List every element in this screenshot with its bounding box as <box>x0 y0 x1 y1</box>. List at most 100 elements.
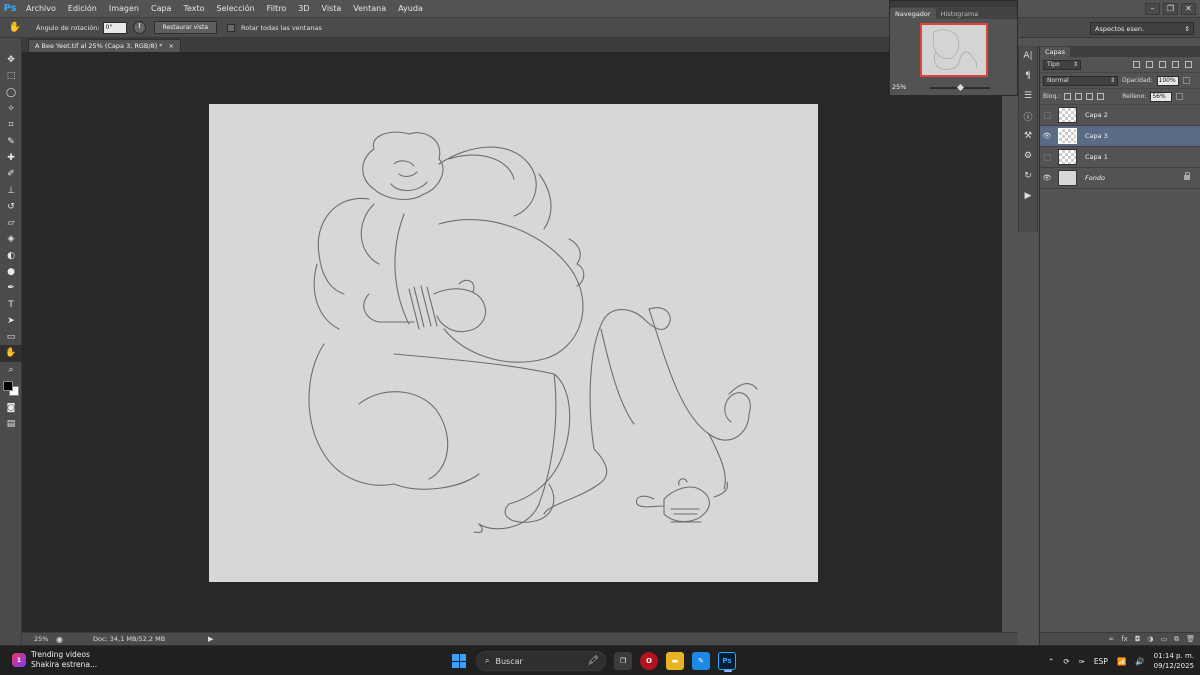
news-widget[interactable]: 1 Trending videos Shakira estrena... <box>12 650 97 670</box>
foreground-color-swatch[interactable] <box>3 380 13 391</box>
menu-seleccion[interactable]: Selección <box>211 4 261 13</box>
filter-smart-object-icon[interactable] <box>1185 61 1192 68</box>
rotate-all-windows-checkbox[interactable] <box>227 23 236 32</box>
quick-select-tool-icon[interactable]: ✧ <box>0 101 22 117</box>
pen-tool-icon[interactable]: ✒ <box>0 280 22 296</box>
opacity-input[interactable]: 100% <box>1156 75 1179 86</box>
info-panel-icon[interactable]: ⓘ <box>1019 106 1037 126</box>
history-brush-tool-icon[interactable]: ↺ <box>0 199 22 215</box>
marquee-tool-icon[interactable]: ⬚ <box>0 68 22 84</box>
fill-slider-toggle-icon[interactable] <box>1176 93 1184 100</box>
layer-row-capa-1[interactable]: Capa 1 <box>1040 147 1200 168</box>
menu-archivo[interactable]: Archivo <box>20 4 62 13</box>
zoom-slider-handle[interactable] <box>956 83 965 92</box>
zoom-tool-icon[interactable]: ⌕ <box>0 362 22 378</box>
pen-settings-icon[interactable]: ✑ <box>1079 657 1085 666</box>
add-mask-icon[interactable]: ◘ <box>1135 635 1141 643</box>
paint-bucket-tool-icon[interactable]: ◈ <box>0 231 22 247</box>
export-icon[interactable]: ◉ <box>56 635 63 644</box>
trash-icon[interactable]: 🗑 <box>1186 635 1195 643</box>
clone-stamp-tool-icon[interactable]: ⊥ <box>0 182 22 198</box>
healing-brush-tool-icon[interactable]: ✚ <box>0 150 22 166</box>
workspace-select[interactable]: Aspectos esen. ⇕ <box>1090 22 1194 35</box>
restore-button[interactable]: ❐ <box>1163 2 1178 15</box>
type-tool-icon[interactable]: T <box>0 296 22 312</box>
paragraph-panel-icon[interactable]: ¶ <box>1019 66 1037 86</box>
actions-panel-icon[interactable]: ▶ <box>1019 186 1037 206</box>
color-swatches[interactable] <box>0 378 22 400</box>
fill-input[interactable]: 56% <box>1150 91 1173 102</box>
rotate-view-tool-icon[interactable]: ✋ <box>0 345 22 362</box>
panel-collapse-bar[interactable] <box>890 1 1017 7</box>
close-icon[interactable]: × <box>169 42 174 50</box>
lasso-tool-icon[interactable]: ◯ <box>0 85 22 101</box>
chevron-up-icon[interactable]: ⌃ <box>1048 657 1054 666</box>
tool-presets-icon[interactable]: ⚒ <box>1019 126 1037 146</box>
task-view-icon[interactable]: ❐ <box>614 652 632 670</box>
filter-type-icon[interactable] <box>1159 61 1166 68</box>
tab-histograma[interactable]: Histograma <box>936 8 984 19</box>
layer-style-icon[interactable]: fx <box>1121 635 1128 643</box>
brush-tool-icon[interactable]: ✐ <box>0 166 22 182</box>
filter-pixel-icon[interactable] <box>1133 61 1140 68</box>
taskbar-search[interactable]: ⌕ Buscar 🖍 <box>476 651 606 671</box>
close-button[interactable]: ✕ <box>1181 2 1196 15</box>
layer-row-capa-2[interactable]: Capa 2 <box>1040 105 1200 126</box>
file-explorer-icon[interactable]: ▬ <box>666 652 684 670</box>
rotate-view-tool-icon[interactable]: ✋ <box>0 22 30 33</box>
dodge-tool-icon[interactable]: ● <box>0 264 22 280</box>
menu-ventana[interactable]: Ventana <box>347 4 392 13</box>
canvas-area[interactable] <box>22 52 1002 632</box>
adjustments-panel-icon[interactable]: ☰ <box>1019 86 1037 106</box>
opera-browser-icon[interactable]: O <box>640 652 658 670</box>
layer-row-capa-3[interactable]: 👁 Capa 3 <box>1040 126 1200 147</box>
layer-filter-select[interactable]: Tipo ⇕ <box>1043 59 1081 70</box>
menu-filtro[interactable]: Filtro <box>261 4 293 13</box>
path-select-tool-icon[interactable]: ➤ <box>0 313 22 329</box>
clock[interactable]: 01:14 p. m. 09/12/2025 <box>1154 651 1194 671</box>
windows-start-icon[interactable] <box>450 652 468 670</box>
menu-imagen[interactable]: Imagen <box>103 4 145 13</box>
photoshop-taskbar-icon[interactable]: Ps <box>718 652 736 672</box>
tab-capas[interactable]: Capas <box>1040 47 1071 57</box>
layer-visibility-toggle[interactable] <box>1040 153 1054 161</box>
rotation-dial-icon[interactable] <box>132 21 146 34</box>
rotation-angle-input[interactable]: 0° <box>102 21 127 34</box>
adjustment-layer-icon[interactable]: ◑ <box>1147 635 1153 643</box>
menu-3d[interactable]: 3D <box>292 4 315 13</box>
document-canvas[interactable] <box>209 104 818 582</box>
status-zoom-value[interactable]: 25% <box>34 635 56 643</box>
new-layer-icon[interactable]: ⧉ <box>1174 635 1179 644</box>
history-panel-icon[interactable]: ↻ <box>1019 166 1037 186</box>
menu-vista[interactable]: Vista <box>316 4 348 13</box>
eraser-tool-icon[interactable]: ▱ <box>0 215 22 231</box>
layer-visibility-toggle[interactable]: 👁 <box>1040 132 1054 140</box>
opacity-slider-toggle-icon[interactable] <box>1182 77 1190 84</box>
reset-view-button[interactable]: Restaurar vista <box>153 21 218 34</box>
layer-visibility-toggle[interactable] <box>1040 111 1054 119</box>
new-group-icon[interactable]: ▭ <box>1160 635 1167 643</box>
link-layers-icon[interactable]: ∞ <box>1108 635 1114 643</box>
menu-texto[interactable]: Texto <box>177 4 210 13</box>
menu-edicion[interactable]: Edición <box>62 4 103 13</box>
lock-transparent-icon[interactable] <box>1064 93 1072 100</box>
menu-ayuda[interactable]: Ayuda <box>392 4 429 13</box>
screen-mode-icon[interactable]: ▤ <box>0 416 22 432</box>
lock-all-icon[interactable] <box>1097 93 1105 100</box>
sync-icon[interactable]: ⟳ <box>1063 657 1069 666</box>
character-panel-icon[interactable]: A| <box>1019 46 1037 66</box>
properties-panel-icon[interactable]: ⚙ <box>1019 146 1037 166</box>
document-tab[interactable]: A Bee Yeet.tif al 25% (Capa 3, RGB/8) * … <box>28 39 181 52</box>
rectangle-tool-icon[interactable]: ▭ <box>0 329 22 345</box>
filter-shape-icon[interactable] <box>1172 61 1179 68</box>
blend-mode-select[interactable]: Normal ⇕ <box>1043 75 1118 86</box>
move-tool-icon[interactable]: ✥ <box>0 52 22 68</box>
minimize-button[interactable]: – <box>1145 2 1160 15</box>
tab-navegador[interactable]: Navegador <box>890 8 936 19</box>
layer-row-fondo[interactable]: 👁 Fondo <box>1040 168 1200 189</box>
eyedropper-tool-icon[interactable]: ✎ <box>0 133 22 149</box>
blur-tool-icon[interactable]: ◐ <box>0 248 22 264</box>
drawing-app-icon[interactable]: ✎ <box>692 652 710 670</box>
layer-visibility-toggle[interactable]: 👁 <box>1040 174 1054 182</box>
language-indicator[interactable]: ESP <box>1094 657 1108 666</box>
